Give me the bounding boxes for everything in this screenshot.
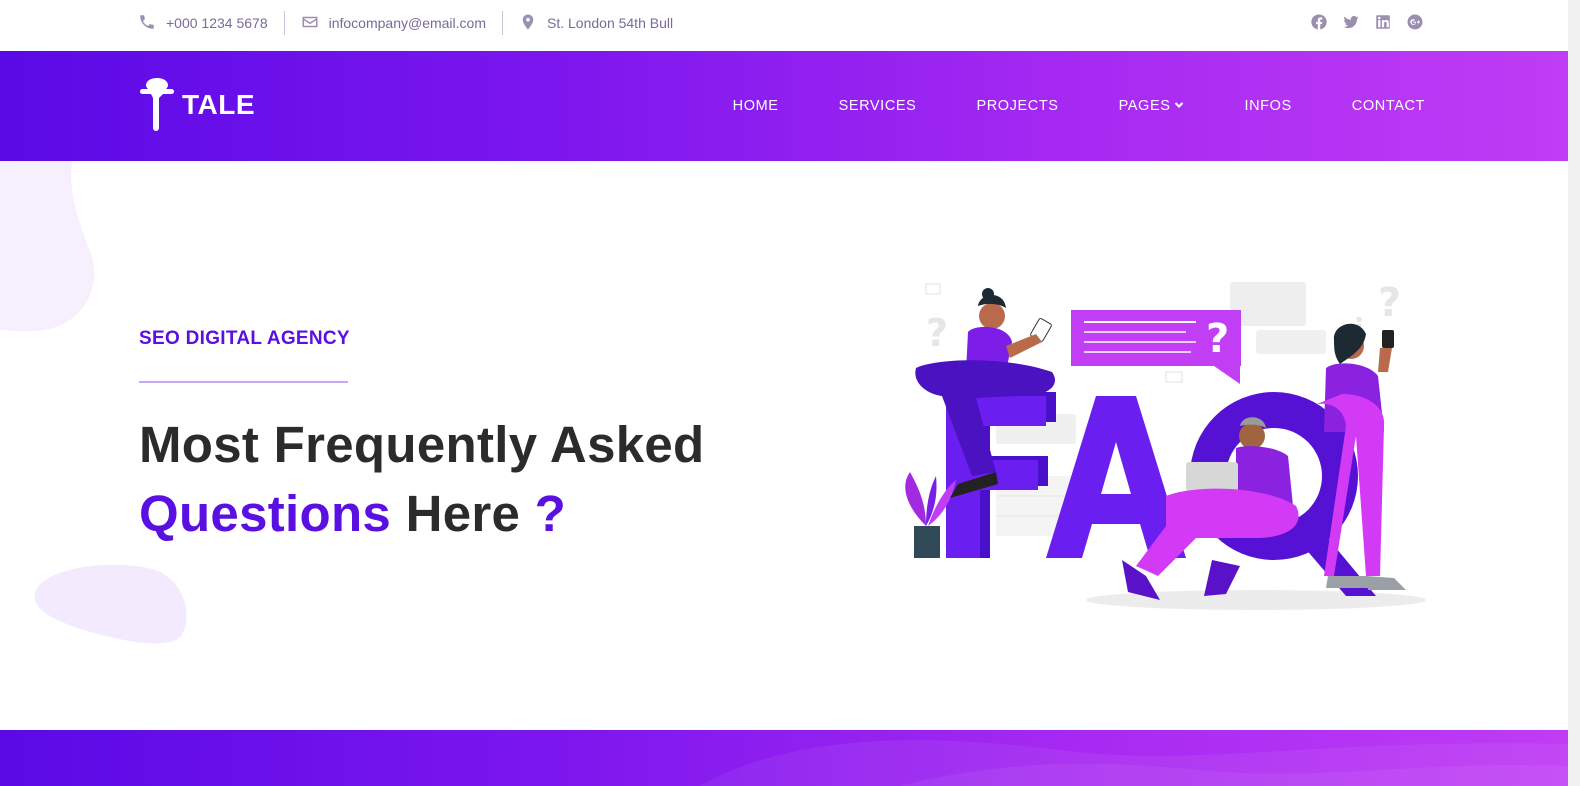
facebook-icon[interactable]: [1309, 12, 1329, 32]
nav-item-infos[interactable]: INFOS: [1244, 98, 1291, 114]
decorative-blob: [34, 564, 187, 644]
nav-item-home[interactable]: HOME: [733, 98, 779, 114]
hero-title-line2: Questions Here ?: [139, 479, 705, 548]
page-scrollbar[interactable]: [1568, 0, 1580, 786]
contact-phone[interactable]: +000 1234 5678: [138, 13, 268, 34]
main-navbar: TALE HOME SERVICES PROJECTS PAGES INFOS …: [0, 51, 1568, 161]
linkedin-icon[interactable]: [1373, 12, 1393, 32]
phone-number: +000 1234 5678: [166, 15, 268, 31]
hero-title-mark: ?: [534, 485, 567, 542]
eyebrow-underline: [139, 381, 348, 383]
brand-name: TALE: [182, 89, 256, 120]
svg-text:?: ?: [1378, 280, 1401, 326]
bottom-gradient-band: [0, 730, 1568, 786]
envelope-icon: [301, 13, 319, 34]
hero-title-rest: Here: [405, 485, 521, 542]
contact-info: +000 1234 5678 infocompany@email.com St.…: [138, 0, 673, 46]
hat-logo-icon: [140, 78, 174, 131]
nav-item-services[interactable]: SERVICES: [839, 98, 917, 114]
nav-menu: HOME SERVICES PROJECTS PAGES INFOS CONTA…: [733, 51, 1425, 161]
svg-text:?: ?: [1206, 316, 1229, 362]
twitter-icon[interactable]: [1341, 12, 1361, 32]
hero-title-accent: Questions: [139, 485, 392, 542]
divider: [283, 11, 285, 35]
google-plus-icon[interactable]: [1405, 12, 1425, 32]
svg-text:?: ?: [926, 311, 948, 355]
nav-item-contact[interactable]: CONTACT: [1352, 98, 1425, 114]
map-pin-icon: [519, 13, 537, 34]
street-address: St. London 54th Bull: [547, 15, 674, 31]
contact-email[interactable]: infocompany@email.com: [301, 13, 486, 34]
divider: [502, 11, 503, 35]
brand-logo[interactable]: TALE: [138, 75, 255, 135]
hero-title: Most Frequently Asked Questions Here ?: [139, 410, 705, 548]
hero-eyebrow: SEO DIGITAL AGENCY: [139, 328, 350, 349]
chevron-down-icon: [1174, 98, 1184, 114]
wave-decoration: [700, 740, 1568, 786]
nav-item-projects[interactable]: PROJECTS: [976, 98, 1058, 114]
social-links: [1309, 12, 1425, 32]
phone-icon: [138, 13, 156, 34]
email-address: infocompany@email.com: [328, 15, 486, 31]
decorative-blob: [0, 161, 95, 332]
nav-item-pages[interactable]: PAGES: [1119, 98, 1185, 114]
contact-address[interactable]: St. London 54th Bull: [519, 13, 673, 34]
hero-title-line1: Most Frequently Asked: [139, 416, 705, 473]
top-contact-bar: +000 1234 5678 infocompany@email.com St.…: [0, 0, 1568, 51]
faq-illustration: ? ? ¿ ?: [905, 280, 1426, 610]
